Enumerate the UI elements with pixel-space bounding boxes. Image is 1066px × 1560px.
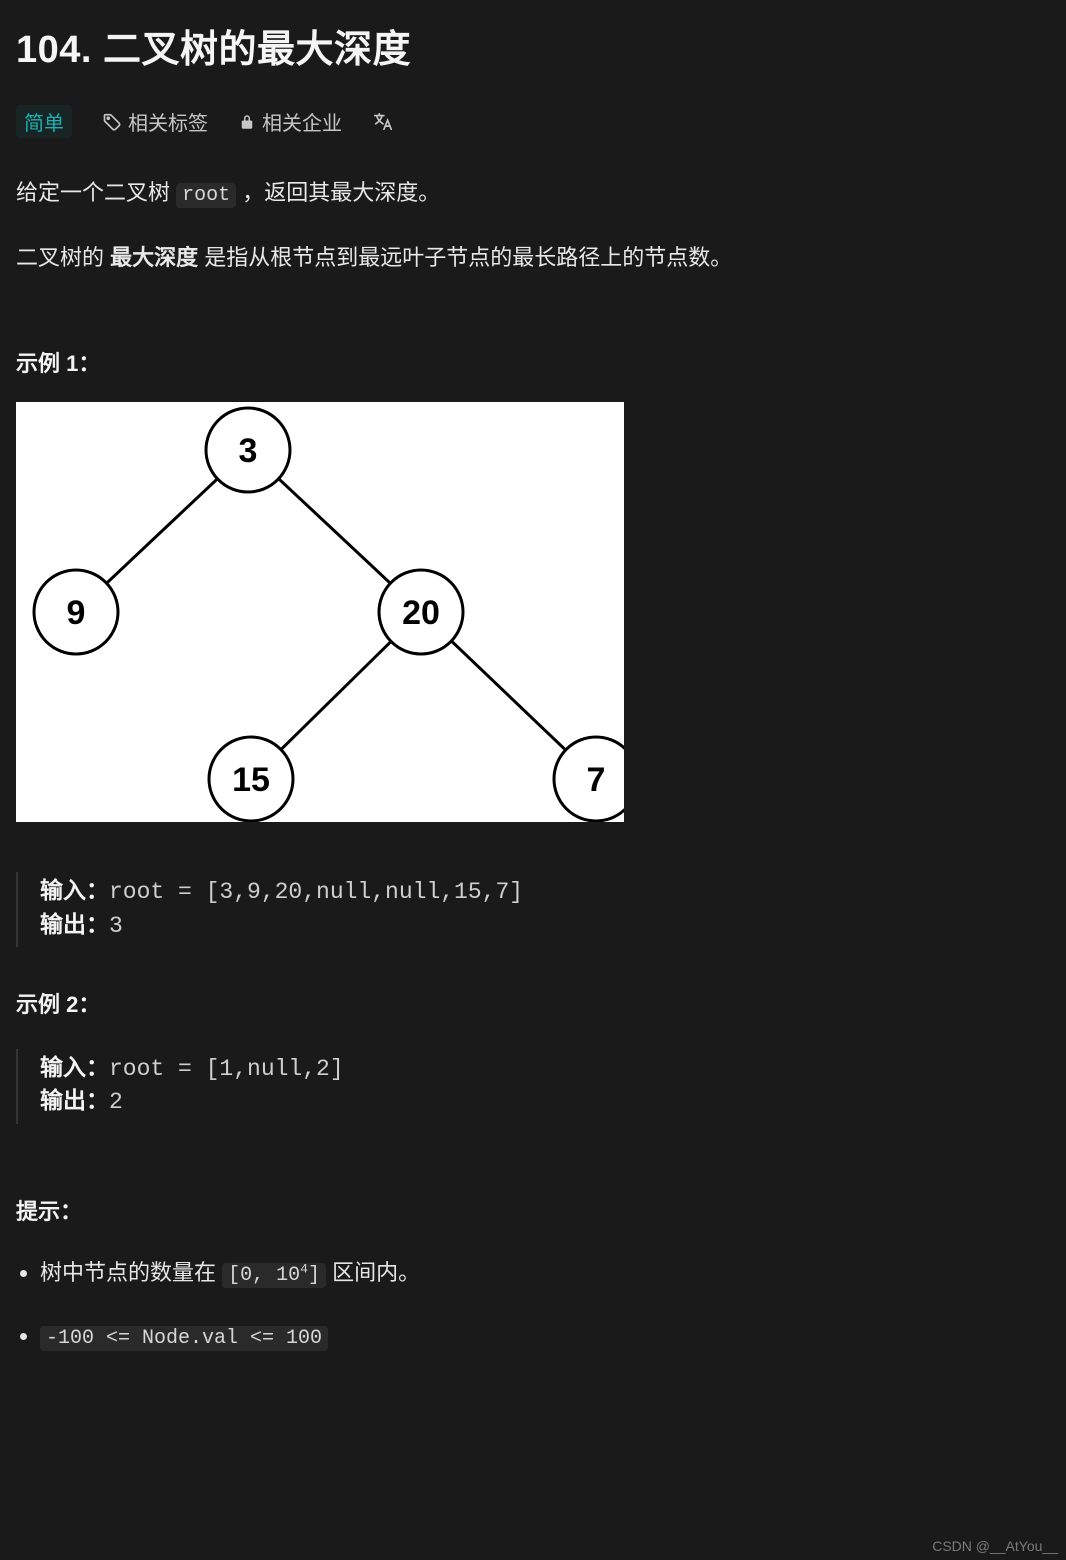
tag-icon xyxy=(102,112,122,132)
translate-icon xyxy=(372,111,394,133)
svg-text:7: 7 xyxy=(587,761,606,799)
difficulty-badge[interactable]: 简单 xyxy=(16,105,72,138)
svg-text:20: 20 xyxy=(402,594,440,632)
example-1-heading: 示例 1： xyxy=(16,346,1050,378)
problem-title: 104. 二叉树的最大深度 xyxy=(16,18,1050,73)
lock-icon xyxy=(238,113,256,131)
watermark: CSDN @__AtYou__ xyxy=(932,1538,1058,1554)
code-inline-constraint: -100 <= Node.val <= 100 xyxy=(40,1326,328,1351)
example-2-io: 输入：root = [1,null,2] 输出：2 xyxy=(16,1049,1050,1124)
svg-text:9: 9 xyxy=(67,594,86,632)
problem-description-line2: 二叉树的 最大深度 是指从根节点到最远叶子节点的最长路径上的节点数。 xyxy=(16,239,1050,276)
tab-translate[interactable] xyxy=(372,111,394,133)
tab-related-companies[interactable]: 相关企业 xyxy=(238,107,342,136)
hint-item-1: 树中节点的数量在 [0, 104] 区间内。 xyxy=(40,1252,1050,1295)
tree-diagram: 3 9 20 15 7 xyxy=(16,402,624,822)
tab-label: 相关标签 xyxy=(128,107,208,136)
svg-text:15: 15 xyxy=(232,761,270,799)
hint-item-2: -100 <= Node.val <= 100 xyxy=(40,1315,1050,1358)
hints-heading: 提示： xyxy=(16,1194,1050,1226)
tab-label: 相关企业 xyxy=(262,107,342,136)
hints-list: 树中节点的数量在 [0, 104] 区间内。 -100 <= Node.val … xyxy=(16,1252,1050,1358)
problem-description-line1: 给定一个二叉树 root ，返回其最大深度。 xyxy=(16,174,1050,213)
code-inline-range: [0, 104] xyxy=(222,1263,326,1288)
tab-related-tags[interactable]: 相关标签 xyxy=(102,107,208,136)
example-2-heading: 示例 2： xyxy=(16,987,1050,1019)
code-inline-root: root xyxy=(176,183,236,208)
tab-bar: 简单 相关标签 相关企业 xyxy=(16,105,1050,138)
svg-text:3: 3 xyxy=(239,432,258,470)
example-1-io: 输入：root = [3,9,20,null,null,15,7] 输出：3 xyxy=(16,872,1050,947)
